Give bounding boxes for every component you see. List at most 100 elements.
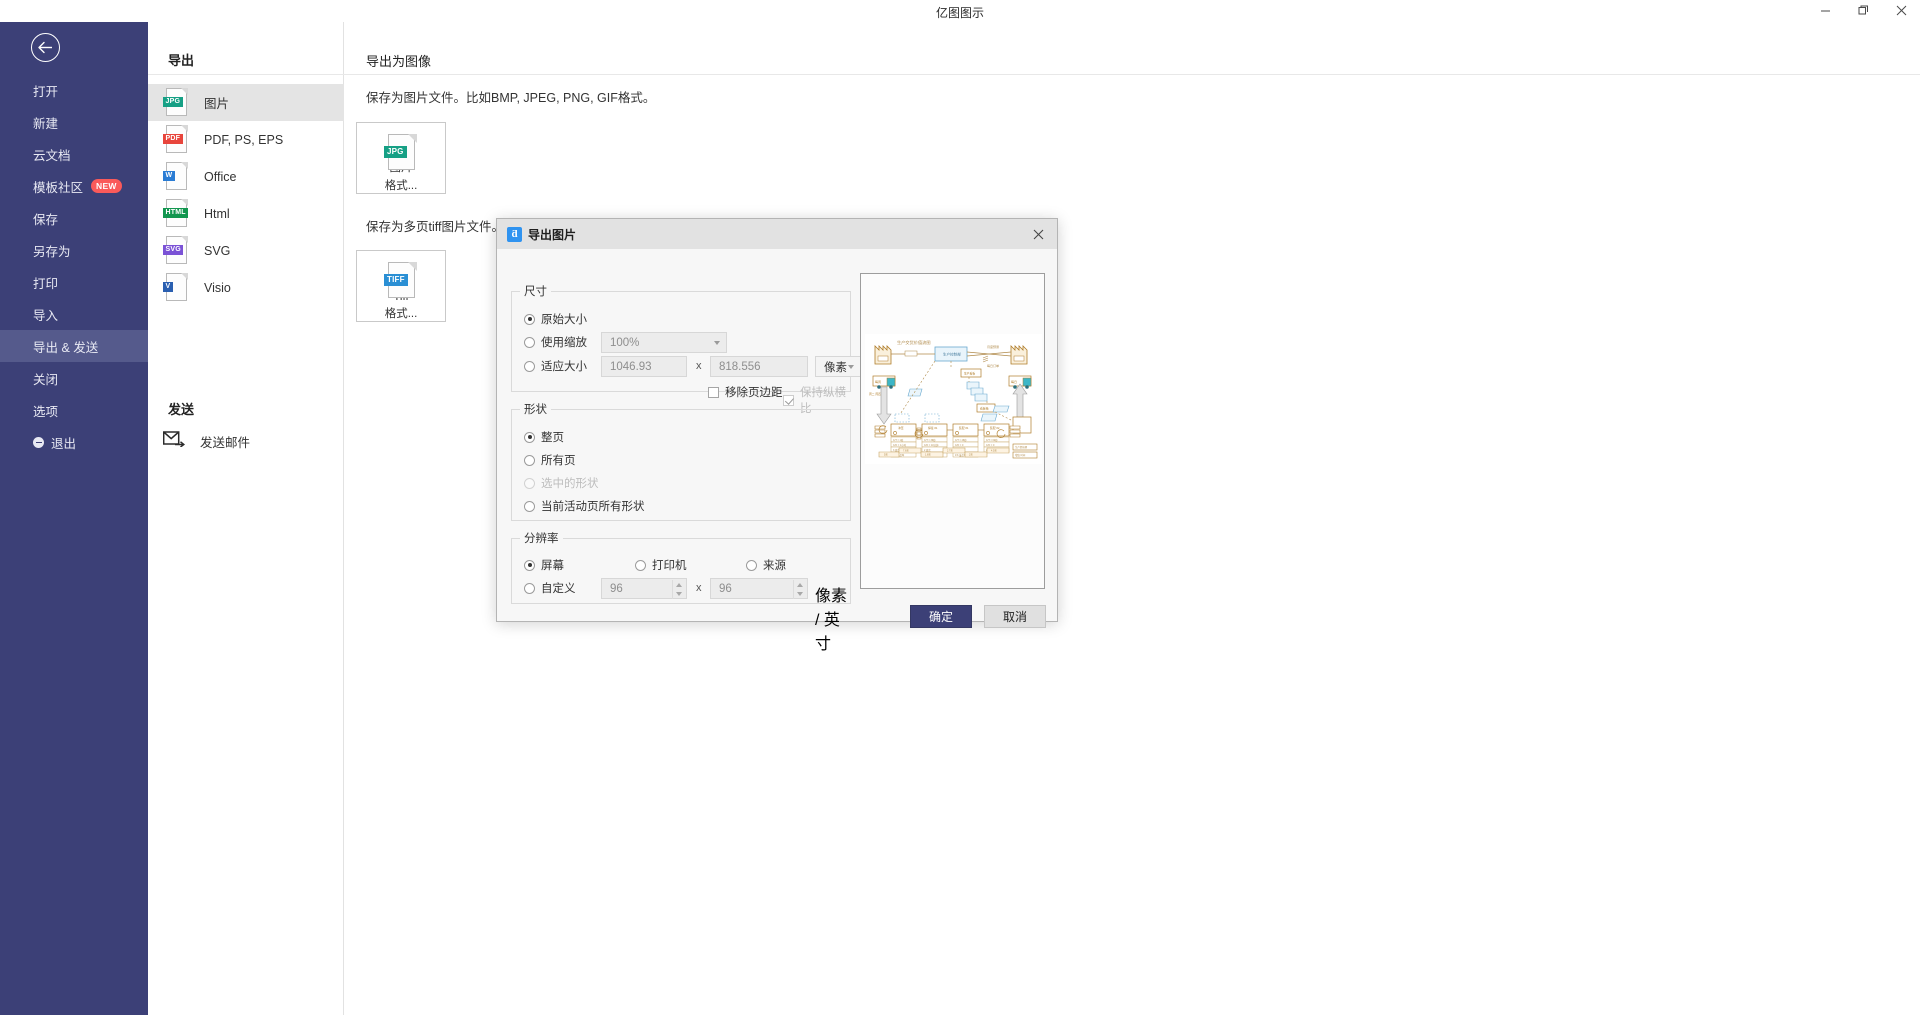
shape-legend: 形状 (524, 404, 547, 416)
checkbox-label: 移除页边距 (725, 387, 783, 399)
size-scale-radio-row[interactable]: 使用缩放 (524, 334, 587, 350)
checkbox-remove-margin[interactable] (708, 386, 719, 398)
shape-active-page-shapes-row[interactable]: 当前活动页所有形状 (524, 498, 645, 514)
radio-label: 选中的形状 (541, 478, 599, 490)
radio-label: 使用缩放 (541, 337, 587, 349)
resolution-legend: 分辨率 (524, 533, 559, 545)
export-preview: 生产交货价值流图 生产控制部 月度预测 每日订单 每周 周二 周四 每日 生产看… (860, 273, 1045, 589)
size-original-radio-row[interactable]: 原始大小 (524, 311, 587, 327)
svg-text:C/T = 46秒: C/T = 46秒 (955, 438, 967, 442)
svg-text:C/T = 62秒: C/T = 62秒 (986, 438, 998, 442)
export-image-dialog: ƌ 导出图片 尺寸 原始大小 使用缩放 100% 适应大小 1046.93 x … (496, 218, 1058, 653)
dpi-x-input[interactable]: 96 (601, 578, 687, 599)
svg-text:C/O = 0: C/O = 0 (986, 444, 995, 447)
dimension-separator: x (696, 360, 702, 372)
shape-whole-page-row[interactable]: 整页 (524, 429, 564, 445)
resolution-custom-row[interactable]: 自定义 (524, 580, 576, 596)
radio-label: 整页 (541, 432, 564, 444)
resolution-screen-row[interactable]: 屏幕 (524, 557, 564, 573)
scale-select[interactable]: 100% (601, 332, 727, 353)
resolution-group: 分辨率 屏幕 打印机 来源 自定义 96 x 96 像素 / 英寸 (511, 530, 851, 653)
svg-text:周二 周四: 周二 周四 (869, 392, 881, 396)
svg-text:C/T = 39秒: C/T = 39秒 (924, 438, 936, 442)
dialog-close-icon[interactable] (1027, 223, 1049, 245)
ok-button[interactable]: 确定 (910, 605, 972, 628)
radio-label: 原始大小 (541, 314, 587, 326)
width-input[interactable]: 1046.93 (601, 356, 687, 377)
shape-group: 形状 整页 所有页 选中的形状 当前活动页所有形状 (511, 401, 851, 521)
shape-all-pages-row[interactable]: 所有页 (524, 452, 576, 468)
radio-label: 当前活动页所有形状 (541, 501, 645, 513)
radio-original-size[interactable] (524, 313, 535, 325)
dpi-y-stepper[interactable] (793, 580, 806, 599)
svg-text:1.8天: 1.8天 (925, 454, 931, 457)
dpi-unit-label: 像素 / 英寸 (815, 588, 848, 653)
svg-text:装配 #2: 装配 #2 (990, 426, 1000, 430)
svg-text:C/O = 10分钟: C/O = 10分钟 (924, 443, 939, 447)
svg-text:月度预测: 月度预测 (987, 344, 999, 349)
radio-active-page-all-shapes[interactable] (524, 500, 535, 512)
svg-text:2.7天: 2.7天 (947, 450, 953, 453)
dialog-titlebar: ƌ 导出图片 (497, 219, 1057, 249)
svg-text:4.5天: 4.5天 (991, 450, 997, 453)
svg-text:5天: 5天 (884, 454, 888, 457)
size-legend: 尺寸 (524, 286, 547, 298)
size-fit-radio-row[interactable]: 适应大小 (524, 358, 587, 374)
dpi-x-stepper[interactable] (672, 580, 685, 599)
dialog-title: 导出图片 (528, 227, 577, 242)
radio-selected-shapes (524, 477, 535, 489)
svg-text:每周: 每周 (875, 379, 881, 384)
value-stream-map-preview: 生产交货价值流图 生产控制部 月度预测 每日订单 每周 周二 周四 每日 生产看… (861, 274, 1044, 588)
remove-margin-row[interactable]: 移除页边距 (708, 384, 783, 400)
svg-text:C/O = 0: C/O = 0 (955, 444, 964, 447)
modal-overlay: ƌ 导出图片 尺寸 原始大小 使用缩放 100% 适应大小 1046.93 x … (0, 0, 1920, 1015)
dpi-y-input[interactable]: 96 (710, 578, 808, 599)
radio-custom-dpi[interactable] (524, 582, 535, 594)
svg-text:2天: 2天 (969, 454, 973, 457)
svg-text:焊接 #1: 焊接 #1 (928, 426, 938, 430)
edraw-app-icon: ƌ (507, 226, 522, 242)
chevron-down-icon (714, 340, 720, 345)
svg-text:每日订单: 每日订单 (987, 363, 999, 368)
svg-text:生产控制部: 生产控制部 (943, 352, 961, 357)
svg-text:7.6天: 7.6天 (903, 450, 909, 453)
radio-label: 打印机 (652, 560, 687, 572)
svg-text:生产提前期: 生产提前期 (1015, 445, 1028, 449)
cancel-button[interactable]: 取消 (984, 605, 1046, 628)
radio-all-pages[interactable] (524, 454, 535, 466)
resolution-source-row[interactable]: 来源 (746, 557, 786, 573)
height-input[interactable]: 818.556 (710, 356, 808, 377)
svg-text:每日: 每日 (1011, 379, 1017, 384)
svg-text:C/O = 1小时: C/O = 1小时 (893, 443, 907, 447)
dialog-buttons: 确定 取消 (910, 605, 1046, 628)
svg-text:C/T = 1秒: C/T = 1秒 (893, 438, 904, 442)
radio-screen[interactable] (524, 559, 535, 571)
scale-value: 100% (610, 336, 640, 349)
radio-use-scale[interactable] (524, 336, 535, 348)
svg-text:看板箱: 看板箱 (980, 407, 989, 411)
shape-selected-shapes-row: 选中的形状 (524, 475, 599, 491)
chevron-down-icon (848, 364, 854, 369)
radio-fit-size[interactable] (524, 360, 535, 372)
radio-printer[interactable] (635, 559, 646, 571)
svg-text:2 班次: 2 班次 (924, 448, 931, 452)
svg-text:冲压: 冲压 (898, 426, 904, 430)
svg-text:生产交货价值流图: 生产交货价值流图 (897, 339, 931, 346)
unit-value: 像素 (824, 361, 847, 374)
radio-source[interactable] (746, 559, 757, 571)
svg-text:生产看板: 生产看板 (964, 372, 975, 376)
resolution-printer-row[interactable]: 打印机 (635, 557, 687, 573)
dpi-separator: x (696, 582, 702, 594)
size-group: 尺寸 原始大小 使用缩放 100% 适应大小 1046.93 x 818.556 (511, 283, 861, 415)
svg-text:增值 时间: 增值 时间 (1015, 453, 1026, 457)
dpi-y-value: 96 (719, 582, 732, 595)
radio-label: 来源 (763, 560, 786, 572)
dpi-x-value: 96 (610, 582, 623, 595)
radio-whole-page[interactable] (524, 431, 535, 443)
radio-label: 适应大小 (541, 361, 587, 373)
unit-select[interactable]: 像素 (815, 356, 861, 377)
radio-label: 自定义 (541, 583, 576, 595)
radio-label: 所有页 (541, 455, 576, 467)
svg-text:装配 #1: 装配 #1 (959, 426, 969, 430)
radio-label: 屏幕 (541, 560, 564, 572)
